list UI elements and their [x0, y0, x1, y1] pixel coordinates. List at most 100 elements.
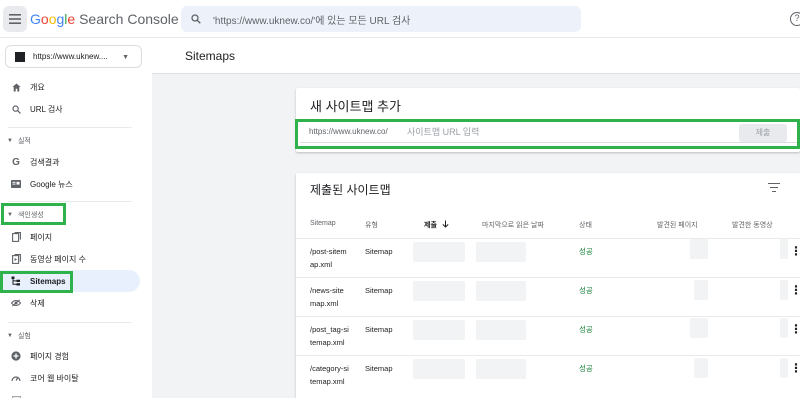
- sidebar-item-google-news[interactable]: Google 뉴스: [0, 173, 140, 195]
- property-url: https://www.uknew....: [33, 52, 108, 61]
- search-placeholder: 'https://www.uknew.co/'에 있는 모든 URL 검사: [213, 15, 411, 27]
- caret-down-icon: ▼: [7, 333, 13, 339]
- property-selector[interactable]: https://www.uknew.... ▼: [5, 45, 142, 68]
- redacted-cell: [690, 318, 708, 338]
- status-badge: 성공: [579, 286, 593, 295]
- sitemap-url-input[interactable]: [407, 123, 607, 141]
- divider: [8, 127, 132, 128]
- sidebar-item-partial[interactable]: [0, 389, 140, 398]
- column-header-discovered-videos[interactable]: 발견한 동영상: [732, 220, 773, 230]
- redacted-cell: [780, 358, 788, 378]
- sidebar-item-removals[interactable]: 삭제: [0, 292, 140, 314]
- redacted-cell: [476, 242, 526, 262]
- hamburger-icon: [9, 14, 21, 24]
- top-app-bar: Google Search Console 'https://www.uknew…: [0, 0, 800, 38]
- section-performance[interactable]: ▼ 실적: [7, 136, 31, 146]
- video-page-icon: [11, 254, 21, 264]
- status-badge: 성공: [579, 364, 593, 373]
- redacted-cell: [780, 280, 788, 300]
- property-favicon: [15, 51, 25, 62]
- sitemap-path[interactable]: /category-si temap.xml: [310, 362, 349, 388]
- product-name: Search Console: [79, 11, 179, 27]
- caret-down-icon: ▼: [7, 138, 13, 144]
- more-vert-icon[interactable]: ⋮: [790, 362, 800, 374]
- sidebar-item-search-results[interactable]: G 검색결과: [0, 151, 140, 173]
- add-sitemap-card: 새 사이트맵 추가 https://www.uknew.co/ 제출: [296, 88, 800, 152]
- column-header-last-read[interactable]: 마지막으로 읽은 날짜: [482, 220, 544, 230]
- section-experience[interactable]: ▼ 실험: [7, 331, 31, 341]
- redacted-cell: [476, 359, 526, 379]
- column-header-status[interactable]: 상태: [579, 220, 592, 230]
- sitemap-path[interactable]: /news-site map.xml: [310, 284, 344, 310]
- search-icon: [11, 104, 21, 114]
- column-header-submitted[interactable]: 제출: [424, 220, 449, 230]
- redacted-cell: [476, 320, 526, 340]
- redacted-cell: [694, 358, 708, 378]
- divider: [296, 355, 800, 356]
- sidebar-item-sitemaps[interactable]: Sitemaps: [0, 270, 140, 292]
- more-vert-icon[interactable]: ⋮: [790, 284, 800, 296]
- caret-down-icon: ▼: [7, 212, 13, 218]
- submit-button[interactable]: 제출: [739, 124, 787, 142]
- sidebar-item-url-inspection[interactable]: URL 검사: [0, 98, 140, 120]
- submitted-sitemaps-title: 제출된 사이트맵: [310, 183, 391, 197]
- divider: [296, 238, 800, 239]
- main-content: Sitemaps 새 사이트맵 추가 https://www.uknew.co/…: [152, 38, 800, 398]
- page-title: Sitemaps: [185, 49, 236, 63]
- status-badge: 성공: [579, 325, 593, 334]
- redacted-cell: [780, 318, 788, 338]
- removal-icon: [11, 298, 21, 308]
- redacted-cell: [413, 281, 465, 301]
- redacted-cell: [476, 281, 526, 301]
- main-menu-button[interactable]: [3, 6, 27, 32]
- news-icon: [11, 179, 21, 189]
- url-inspect-search[interactable]: 'https://www.uknew.co/'에 있는 모든 URL 검사: [181, 6, 581, 32]
- add-sitemap-title: 새 사이트맵 추가: [310, 99, 401, 114]
- sidebar-item-core-web-vitals[interactable]: 코어 웹 바이탈: [0, 367, 140, 389]
- sidebar: https://www.uknew.... ▼ 개요 URL 검사 ▼ 실적 G…: [0, 38, 152, 398]
- sitemap-type: Sitemap: [365, 286, 393, 295]
- more-vert-icon[interactable]: ⋮: [790, 245, 800, 257]
- page-header: Sitemaps: [152, 38, 800, 74]
- gauge-icon: [11, 373, 21, 383]
- sitemap-type: Sitemap: [365, 364, 393, 373]
- divider: [8, 201, 132, 202]
- column-header-type[interactable]: 유형: [365, 220, 378, 230]
- sidebar-item-video-pages[interactable]: 동영상 페이지 수: [0, 248, 140, 270]
- section-indexing[interactable]: ▼ 색인생성: [7, 210, 44, 220]
- search-console-logo[interactable]: Google Search Console: [30, 11, 179, 27]
- column-header-sitemap[interactable]: Sitemap: [310, 220, 336, 227]
- sitemap-url-prefix: https://www.uknew.co/: [309, 127, 388, 136]
- sitemap-type: Sitemap: [365, 247, 393, 256]
- arrow-down-icon: [442, 220, 449, 228]
- column-header-discovered-pages[interactable]: 발견된 페이지: [657, 220, 698, 230]
- sitemap-icon: [11, 276, 21, 286]
- submitted-sitemaps-card: 제출된 사이트맵 Sitemap 유형 제출 마지막으로 읽은 날짜 상태 발견…: [296, 173, 800, 398]
- google-g-icon: G: [12, 156, 20, 168]
- sidebar-item-overview[interactable]: 개요: [0, 76, 140, 98]
- divider: [8, 322, 132, 323]
- help-icon[interactable]: ?: [790, 12, 800, 26]
- divider: [296, 277, 800, 278]
- status-badge: 성공: [579, 247, 593, 256]
- divider: [296, 316, 800, 317]
- sitemap-type: Sitemap: [365, 325, 393, 334]
- plus-circle-icon: [11, 351, 21, 361]
- redacted-cell: [413, 359, 465, 379]
- filter-icon[interactable]: [768, 183, 780, 193]
- redacted-cell: [690, 239, 708, 259]
- page-icon: [11, 232, 21, 242]
- sitemap-path[interactable]: /post_tag-si temap.xml: [310, 323, 349, 349]
- redacted-cell: [413, 242, 465, 262]
- more-vert-icon[interactable]: ⋮: [790, 323, 800, 335]
- redacted-cell: [694, 280, 708, 300]
- sitemap-path[interactable]: /post-sitem ap.xml: [310, 245, 347, 271]
- search-icon: [191, 14, 201, 24]
- sidebar-item-page-experience[interactable]: 페이지 경험: [0, 345, 140, 367]
- chevron-down-icon: ▼: [122, 54, 129, 61]
- add-sitemap-row: https://www.uknew.co/ 제출: [300, 121, 797, 143]
- home-icon: [11, 82, 21, 92]
- redacted-cell: [780, 239, 788, 259]
- redacted-cell: [413, 320, 465, 340]
- sidebar-item-pages[interactable]: 페이지: [0, 226, 140, 248]
